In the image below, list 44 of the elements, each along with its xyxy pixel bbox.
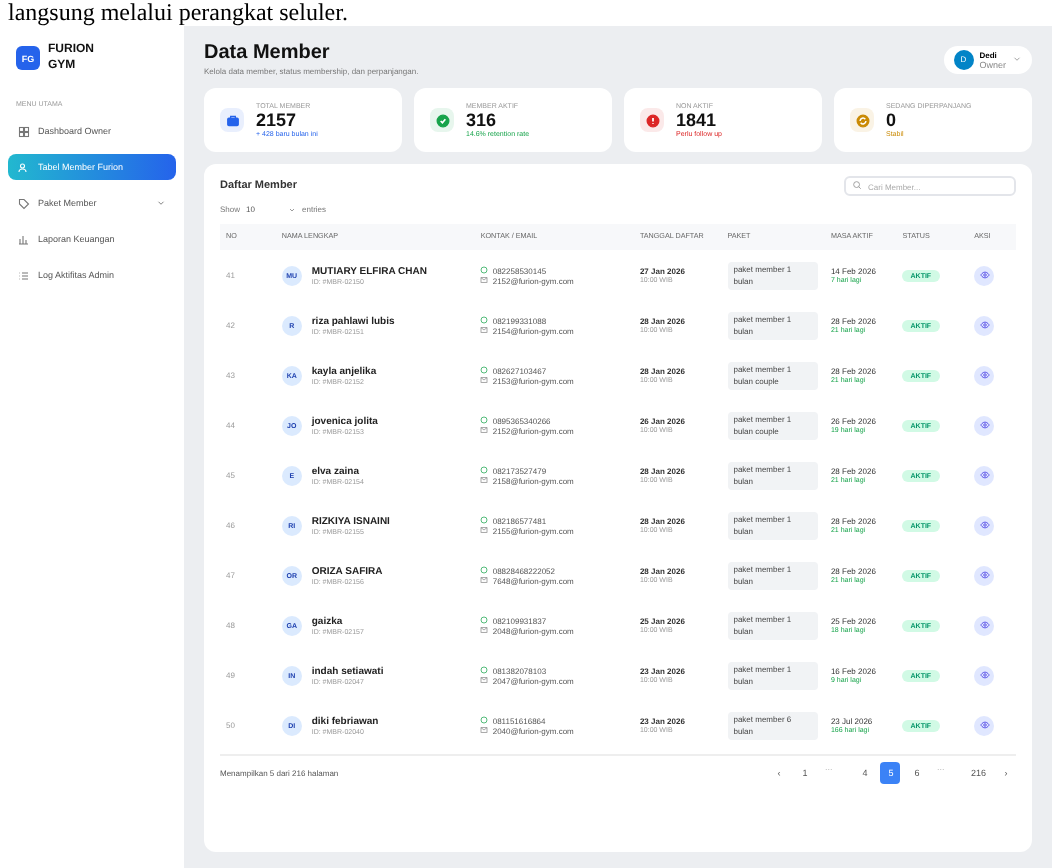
eye-icon xyxy=(979,420,990,430)
mail-icon xyxy=(480,576,489,584)
eye-icon xyxy=(979,270,990,280)
view-button[interactable] xyxy=(974,715,995,735)
tag-icon xyxy=(18,197,30,209)
eye-icon xyxy=(979,620,990,630)
chevron-down-icon xyxy=(156,198,166,208)
mail-icon xyxy=(480,276,489,284)
dashboard-icon xyxy=(18,125,30,137)
document-text: langsung melalui perangkat seluler. xyxy=(6,0,350,26)
view-button[interactable] xyxy=(974,565,995,585)
view-button[interactable] xyxy=(974,665,995,685)
eye-icon xyxy=(979,470,990,480)
mail-icon xyxy=(480,526,489,534)
stat-value: 2157 xyxy=(256,110,299,130)
eye-icon xyxy=(979,520,990,530)
stat-value: 316 xyxy=(466,110,499,130)
users-icon xyxy=(18,161,30,173)
mail-icon xyxy=(480,626,489,634)
view-button[interactable] xyxy=(974,615,995,635)
mail-icon xyxy=(480,476,489,484)
search-icon xyxy=(852,180,862,190)
eye-icon xyxy=(979,570,990,580)
view-button[interactable] xyxy=(974,315,995,335)
mail-icon xyxy=(480,326,489,334)
mail-icon xyxy=(480,376,489,384)
view-button[interactable] xyxy=(974,365,995,385)
view-button[interactable] xyxy=(974,515,995,535)
list-icon xyxy=(18,269,30,281)
stat-value: 0 xyxy=(886,110,899,130)
view-button[interactable] xyxy=(974,465,995,485)
eye-icon xyxy=(979,320,990,330)
page-title: Data Member xyxy=(204,42,332,64)
mail-icon xyxy=(480,726,489,734)
chart-icon xyxy=(18,233,30,245)
eye-icon xyxy=(979,370,990,380)
view-button[interactable] xyxy=(974,265,995,285)
stat-value: 1841 xyxy=(676,110,719,130)
mail-icon xyxy=(480,676,489,684)
eye-icon xyxy=(979,670,990,680)
mail-icon xyxy=(480,426,489,434)
chevron-down-icon xyxy=(1012,54,1022,64)
eye-icon xyxy=(979,720,990,730)
view-button[interactable] xyxy=(974,415,995,435)
